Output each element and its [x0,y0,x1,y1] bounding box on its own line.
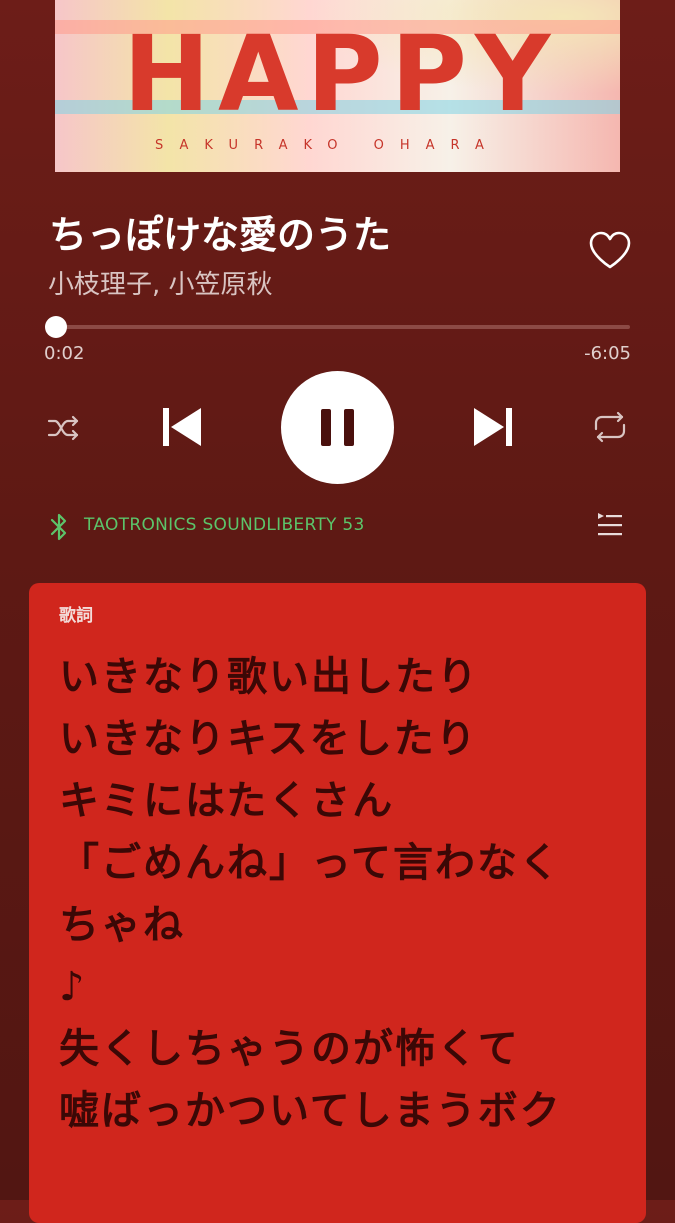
lyric-line: 嘘ばっかついてしまうボク [59,1088,562,1134]
lyrics-lines: いきなり歌い出したり いきなりキスをしたり キミにはたくさん 「ごめんね」って言… [59,646,639,1142]
lyric-line: キミにはたくさん [59,778,395,824]
album-art: HAPPY SAKURAKO OHARA [55,0,620,172]
skip-previous-icon[interactable] [161,406,203,448]
lyrics-card[interactable]: 歌詞 いきなり歌い出したり いきなりキスをしたり キミにはたくさん 「ごめんね」… [29,583,646,1223]
progress-bar[interactable] [55,325,630,329]
queue-icon[interactable] [596,510,624,538]
heart-icon[interactable] [588,230,632,270]
skip-next-icon[interactable] [472,406,514,448]
album-art-title: HAPPY [123,13,559,135]
remaining-time: -6:05 [584,343,631,364]
lyric-line: ちゃね [59,902,185,948]
lyric-line: 失くしちゃうのが怖くて [59,1026,520,1072]
lyric-line: いきなり歌い出したり [59,654,479,700]
track-title: ちっぽけな愛のうた [49,213,392,257]
lyric-line: ♪ [59,964,87,1010]
connected-device-name[interactable]: TAOTRONICS SOUNDLIBERTY 53 [84,515,365,535]
bluetooth-icon [50,513,67,541]
lyric-line: 「ごめんね」って言わなく [59,840,561,886]
album-art-artist: SAKURAKO OHARA [155,138,500,153]
elapsed-time: 0:02 [44,343,85,364]
play-pause-button[interactable] [281,371,394,484]
lyric-line: いきなりキスをしたり [59,716,478,762]
shuffle-icon[interactable] [47,414,81,442]
lyrics-heading: 歌詞 [59,606,93,626]
repeat-icon[interactable] [592,411,628,443]
progress-knob[interactable] [45,316,67,338]
pause-icon [321,409,354,446]
track-artist[interactable]: 小枝理子, 小笠原秋 [48,264,273,301]
